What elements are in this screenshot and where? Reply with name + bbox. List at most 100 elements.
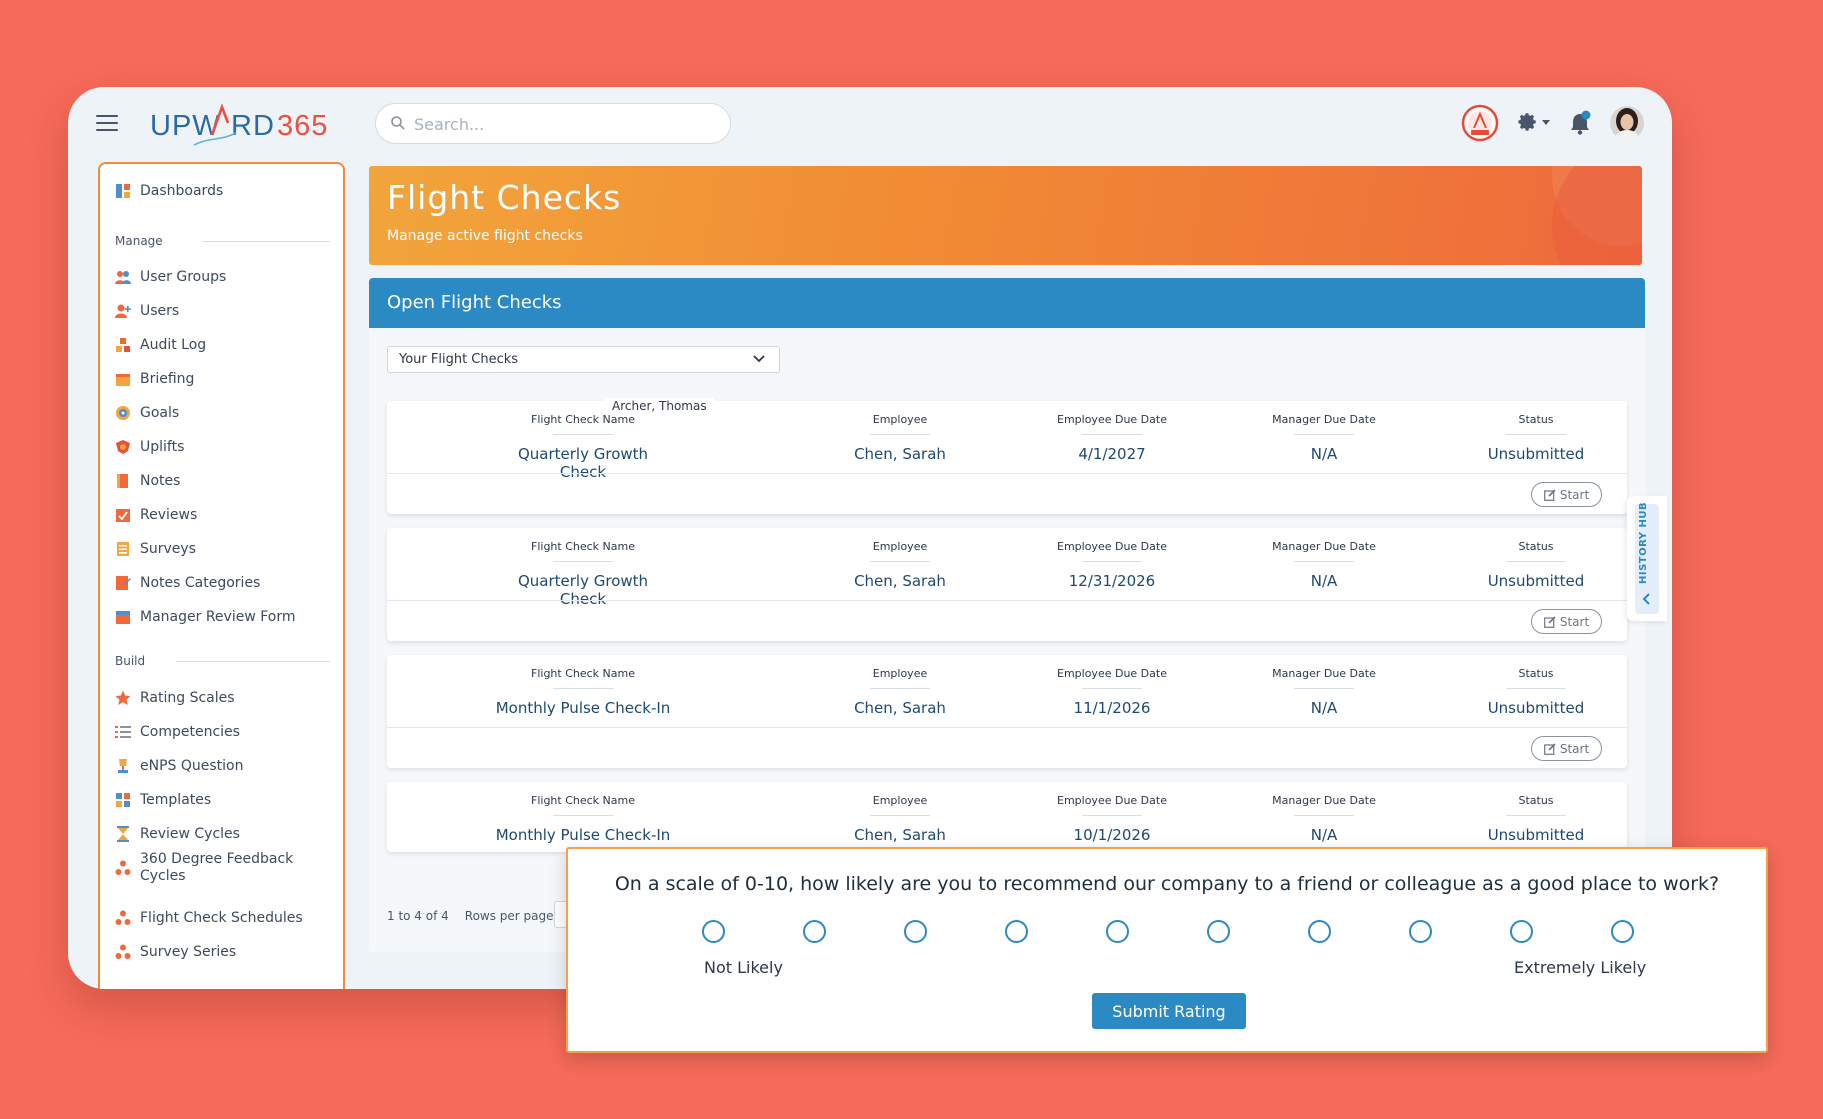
- submit-rating-button[interactable]: Submit Rating: [1092, 993, 1246, 1029]
- enps-rating-popup: On a scale of 0-10, how likely are you t…: [566, 847, 1768, 1053]
- review-form-icon: [116, 611, 130, 624]
- audit-log-icon: [116, 338, 130, 352]
- header-underline: [553, 688, 613, 689]
- sidebar-item-users[interactable]: Users: [115, 300, 179, 322]
- history-hub-label: HISTORY HUB: [1638, 501, 1649, 584]
- sidebar-item-survey-series[interactable]: Survey Series: [115, 941, 236, 963]
- row-divider: [387, 727, 1627, 728]
- rating-radio-3[interactable]: [1005, 920, 1028, 943]
- cell-value[interactable]: Monthly Pulse Check-In: [493, 699, 673, 717]
- edit-icon: [1543, 615, 1556, 628]
- sidebar-item-label: Rating Scales: [140, 689, 235, 706]
- sidebar-item-label: Flight Check Schedules: [140, 909, 303, 926]
- rating-radio-9[interactable]: [1611, 920, 1634, 943]
- column-header: Employee: [872, 667, 928, 680]
- sidebar-item-competencies[interactable]: Competencies: [115, 721, 240, 743]
- header-underline: [1294, 561, 1354, 562]
- sidebar-item-label: eNPS Question: [140, 757, 244, 774]
- sidebar-item-label: Briefing: [140, 370, 195, 387]
- sidebar-item-label: Manager Review Form: [140, 608, 296, 625]
- sidebar-item-templates[interactable]: Templates: [115, 789, 211, 811]
- sidebar-item-surveys[interactable]: Surveys: [115, 538, 196, 560]
- header-underline: [553, 434, 613, 435]
- start-button[interactable]: Start: [1531, 609, 1602, 634]
- sidebar-item-notes-categories[interactable]: Notes Categories: [115, 572, 260, 594]
- sidebar-item-360-feedback-cycles[interactable]: 360 Degree Feedback Cycles: [115, 850, 310, 886]
- search-icon: [391, 116, 405, 130]
- bell-icon[interactable]: [1568, 110, 1592, 136]
- scale-high-label: Extremely Likely: [1514, 958, 1647, 977]
- sidebar-item-enps-question[interactable]: eNPS Question: [115, 755, 243, 777]
- cell-value: Unsubmitted: [1487, 572, 1585, 590]
- flight-check-row: Flight Check Name Quarterly Growth Check E…: [387, 528, 1627, 641]
- column-header: Status: [1518, 540, 1554, 553]
- notes-icon: [117, 474, 128, 488]
- flight-check-row: Flight Check Name Quarterly Growth Check E…: [387, 398, 1627, 514]
- cell-value[interactable]: Quarterly Growth Check: [493, 572, 673, 608]
- upward365-logo[interactable]: UPW RD 365: [150, 101, 350, 149]
- trophy-icon: [118, 759, 128, 773]
- user-group-icon: [115, 271, 131, 284]
- dashboard-icon: [116, 184, 130, 198]
- column-header: Employee Due Date: [1057, 794, 1167, 807]
- rating-radio-0[interactable]: [702, 920, 725, 943]
- cell-value[interactable]: Monthly Pulse Check-In: [493, 826, 673, 844]
- sidebar-item-manager-review-form[interactable]: Manager Review Form: [115, 606, 295, 628]
- sidebar-item-label: Reviews: [140, 506, 198, 523]
- cell-value: Unsubmitted: [1487, 826, 1585, 844]
- column-header: Employee: [872, 413, 928, 426]
- search-bar[interactable]: [375, 103, 731, 144]
- start-button[interactable]: Start: [1531, 482, 1602, 507]
- search-input[interactable]: [414, 110, 714, 138]
- cell-value: N/A: [1310, 572, 1338, 590]
- sidebar-item-rating-scales[interactable]: Rating Scales: [115, 687, 235, 709]
- section-label-manage: Manage: [115, 234, 163, 248]
- history-hub-tab[interactable]: HISTORY HUB: [1627, 496, 1667, 621]
- header-underline: [1294, 815, 1354, 816]
- column-header: Manager Due Date: [1272, 540, 1376, 553]
- rating-radio-8[interactable]: [1510, 920, 1533, 943]
- cell-value: N/A: [1310, 826, 1338, 844]
- sidebar-item-label: Review Cycles: [140, 825, 240, 842]
- settings-menu[interactable]: [1517, 112, 1550, 134]
- sidebar-item-flight-check-schedules[interactable]: Flight Check Schedules: [115, 907, 303, 929]
- section-divider: [202, 241, 330, 242]
- sidebar-item-review-cycles[interactable]: Review Cycles: [115, 823, 240, 845]
- reviews-icon: [116, 509, 130, 522]
- start-button[interactable]: Start: [1531, 736, 1602, 761]
- rating-radio-4[interactable]: [1106, 920, 1129, 943]
- employee-tooltip: Archer, Thomas: [605, 398, 714, 414]
- column-header: Status: [1518, 413, 1554, 426]
- sidebar-item-reviews[interactable]: Reviews: [115, 504, 197, 526]
- rating-radio-6[interactable]: [1308, 920, 1331, 943]
- cell-value[interactable]: Quarterly Growth Check: [493, 445, 673, 481]
- svg-text:365: 365: [277, 110, 328, 142]
- sidebar-item-label: 360 Degree Feedback Cycles: [140, 851, 294, 884]
- column-header: Flight Check Name: [531, 667, 635, 680]
- sidebar-item-label: Competencies: [140, 723, 240, 740]
- flight-check-row: Flight Check Name Monthly Pulse Check-In E…: [387, 655, 1627, 768]
- chevron-left-icon: [1642, 593, 1650, 605]
- sidebar-item-uplifts[interactable]: Uplifts: [115, 436, 184, 458]
- top-bar: UPW RD 365: [68, 87, 1672, 157]
- user-avatar[interactable]: [1610, 106, 1644, 140]
- select-value: Your Flight Checks: [399, 352, 519, 367]
- sidebar-item-label: User Groups: [140, 268, 227, 285]
- sidebar-item-audit-log[interactable]: Audit Log: [115, 334, 206, 356]
- sidebar-item-notes[interactable]: Notes: [115, 470, 180, 492]
- sidebar-item-label: Surveys: [140, 540, 196, 557]
- rating-radio-7[interactable]: [1409, 920, 1432, 943]
- rating-radio-1[interactable]: [803, 920, 826, 943]
- menu-icon[interactable]: [96, 115, 118, 131]
- enps-question: On a scale of 0-10, how likely are you t…: [614, 873, 1720, 895]
- sidebar-item-goals[interactable]: Goals: [115, 402, 179, 424]
- sidebar-item-dashboards[interactable]: Dashboards: [115, 180, 223, 202]
- award-badge-icon[interactable]: [1461, 104, 1499, 142]
- flight-check-filter-select[interactable]: Your Flight Checks: [387, 346, 780, 373]
- sidebar-item-briefing[interactable]: Briefing: [115, 368, 194, 390]
- sidebar-item-user-groups[interactable]: User Groups: [115, 266, 226, 288]
- rating-radio-2[interactable]: [904, 920, 927, 943]
- rating-radio-5[interactable]: [1207, 920, 1230, 943]
- pagination: 1 to 4 of 4 Rows per page:: [387, 909, 558, 923]
- chevron-down-icon: [1542, 120, 1550, 125]
